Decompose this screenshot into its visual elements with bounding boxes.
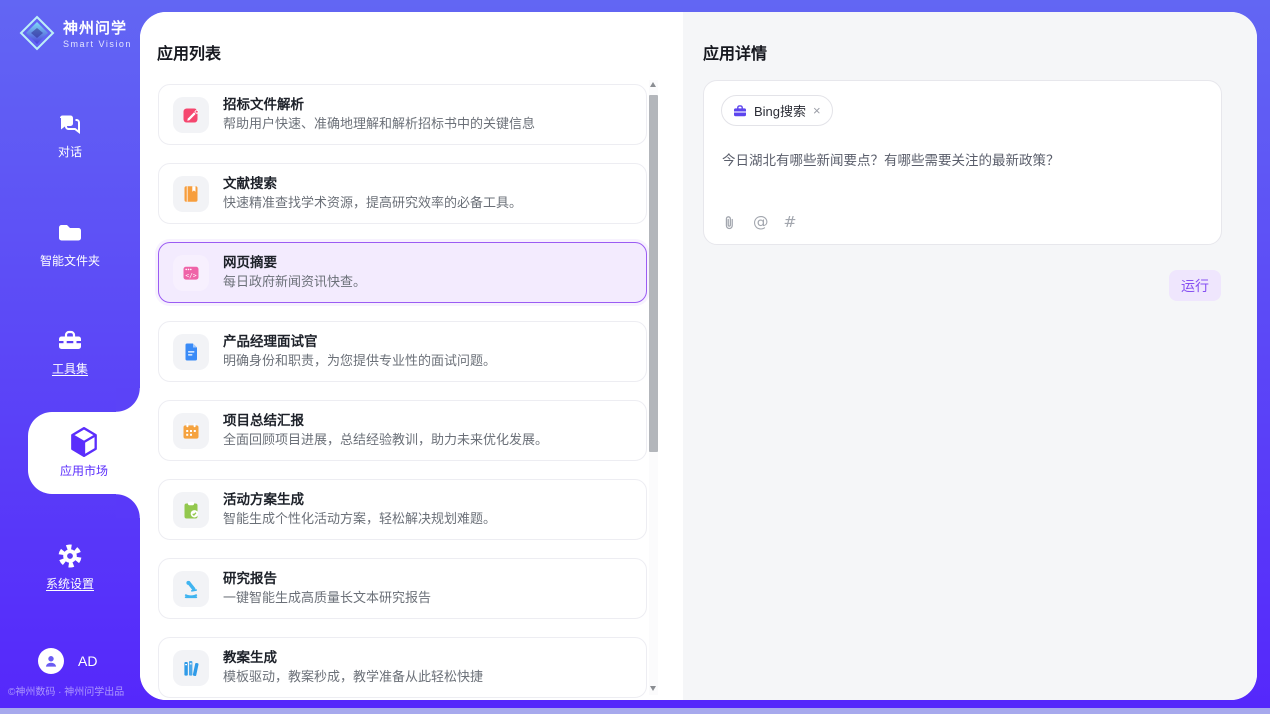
svg-text:</>: </> — [185, 272, 196, 279]
microscope-icon — [181, 579, 201, 599]
sidebar-item-chat[interactable]: 对话 — [0, 110, 140, 160]
edit-document-icon — [181, 105, 201, 125]
book-icon — [181, 184, 201, 204]
gear-icon — [56, 542, 84, 570]
app-card-literature-search[interactable]: 文献搜索 快速精准查找学术资源，提高研究效率的必备工具。 — [158, 163, 647, 224]
sidebar-item-label: 对话 — [0, 143, 140, 160]
app-title: 活动方案生成 — [223, 491, 496, 508]
app-desc: 全面回顾项目进展，总结经验教训，助力未来优化发展。 — [223, 431, 548, 449]
app-detail-panel: 应用详情 Bing搜索 × 今日湖北有哪些新闻要点？有哪些需要关注的最新政策？ — [683, 12, 1257, 700]
app-title: 研究报告 — [223, 570, 431, 587]
sidebar: 神州问学 Smart Vision 对话 智能文件夹 工具集 — [0, 0, 140, 714]
mention-button[interactable]: @ — [753, 213, 769, 231]
app-list-panel: 应用列表 招标文件解析 帮助用户快速、准确地理解和解析招标书中的关键信息 — [140, 12, 683, 700]
sidebar-item-smart-folder[interactable]: 智能文件夹 — [0, 219, 140, 269]
brand-diamond-icon — [18, 14, 56, 52]
bubble-curve-top — [116, 388, 140, 412]
prompt-composer[interactable]: Bing搜索 × 今日湖北有哪些新闻要点？有哪些需要关注的最新政策？ @ # — [703, 80, 1222, 245]
app-title: 文献搜索 — [223, 175, 522, 192]
avatar — [38, 648, 64, 674]
app-desc: 帮助用户快速、准确地理解和解析招标书中的关键信息 — [223, 115, 535, 133]
sidebar-item-label: 工具集 — [0, 360, 140, 377]
app-desc: 一键智能生成高质量长文本研究报告 — [223, 589, 431, 607]
sidebar-item-label: 智能文件夹 — [0, 252, 140, 269]
chat-icon — [56, 110, 84, 138]
scrollbar[interactable] — [649, 80, 658, 695]
sidebar-item-label: 系统设置 — [0, 575, 140, 592]
app-card-pm-interviewer[interactable]: 产品经理面试官 明确身份和职责，为您提供专业性的面试问题。 — [158, 321, 647, 382]
bottom-edge-strip — [0, 708, 1270, 714]
app-title: 项目总结汇报 — [223, 412, 548, 429]
tag-close-icon[interactable]: × — [813, 104, 821, 117]
brand-name: 神州问学 — [63, 17, 132, 38]
scrollbar-up-arrow[interactable] — [650, 82, 656, 87]
tag-label: Bing搜索 — [754, 101, 806, 120]
app-desc: 每日政府新闻资讯快查。 — [223, 273, 366, 291]
paperclip-icon — [721, 214, 738, 231]
browser-code-icon: </> — [181, 263, 201, 283]
scrollbar-thumb[interactable] — [649, 95, 658, 452]
app-card-web-summary[interactable]: </> 网页摘要 每日政府新闻资讯快查。 — [158, 242, 647, 303]
app-title: 产品经理面试官 — [223, 333, 496, 350]
app-detail-title: 应用详情 — [703, 40, 767, 64]
app-desc: 明确身份和职责，为您提供专业性的面试问题。 — [223, 352, 496, 370]
clipboard-check-icon — [181, 500, 201, 520]
calendar-icon — [181, 421, 201, 441]
topic-button[interactable]: # — [784, 213, 797, 231]
app-card-bid-analysis[interactable]: 招标文件解析 帮助用户快速、准确地理解和解析招标书中的关键信息 — [158, 84, 647, 145]
app-desc: 智能生成个性化活动方案，轻松解决规划难题。 — [223, 510, 496, 528]
prompt-input[interactable]: 今日湖北有哪些新闻要点？有哪些需要关注的最新政策？ — [722, 151, 1203, 170]
attach-file-button[interactable] — [721, 214, 738, 231]
scrollbar-down-arrow[interactable] — [650, 686, 656, 691]
sidebar-item-app-market[interactable]: 应用市场 — [28, 412, 140, 494]
run-button[interactable]: 运行 — [1169, 270, 1221, 301]
app-desc: 快速精准查找学术资源，提高研究效率的必备工具。 — [223, 194, 522, 212]
user-account[interactable]: AD — [38, 648, 97, 674]
sidebar-item-toolbox[interactable]: 工具集 — [0, 327, 140, 377]
copyright-text: ©神州数码 · 神州问学出品 — [8, 683, 124, 698]
app-card-lesson-plan[interactable]: 教案生成 模板驱动，教案秒成，教学准备从此轻松快捷 — [158, 637, 647, 698]
brand-subtitle: Smart Vision — [63, 39, 132, 49]
sidebar-item-settings[interactable]: 系统设置 — [0, 542, 140, 592]
sidebar-item-label: 应用市场 — [28, 462, 140, 479]
app-card-project-summary[interactable]: 项目总结汇报 全面回顾项目进展，总结经验教训，助力未来优化发展。 — [158, 400, 647, 461]
cube-icon — [67, 425, 101, 459]
person-icon — [42, 652, 60, 670]
app-title: 网页摘要 — [223, 254, 366, 271]
books-icon — [181, 658, 201, 678]
brand-logo: 神州问学 Smart Vision — [18, 14, 132, 52]
tool-tag-bing-search[interactable]: Bing搜索 × — [721, 95, 833, 126]
app-title: 招标文件解析 — [223, 96, 535, 113]
app-card-event-plan[interactable]: 活动方案生成 智能生成个性化活动方案，轻松解决规划难题。 — [158, 479, 647, 540]
briefcase-icon — [733, 104, 747, 118]
bubble-curve-bottom — [116, 494, 140, 518]
user-initials: AD — [78, 653, 97, 669]
main-content: 应用列表 招标文件解析 帮助用户快速、准确地理解和解析招标书中的关键信息 — [140, 12, 1257, 700]
folder-icon — [56, 219, 84, 247]
app-card-research-report[interactable]: 研究报告 一键智能生成高质量长文本研究报告 — [158, 558, 647, 619]
app-title: 教案生成 — [223, 649, 483, 666]
toolbox-icon — [56, 327, 84, 355]
app-desc: 模板驱动，教案秒成，教学准备从此轻松快捷 — [223, 668, 483, 686]
app-list-title: 应用列表 — [157, 40, 221, 64]
document-icon — [181, 342, 201, 362]
